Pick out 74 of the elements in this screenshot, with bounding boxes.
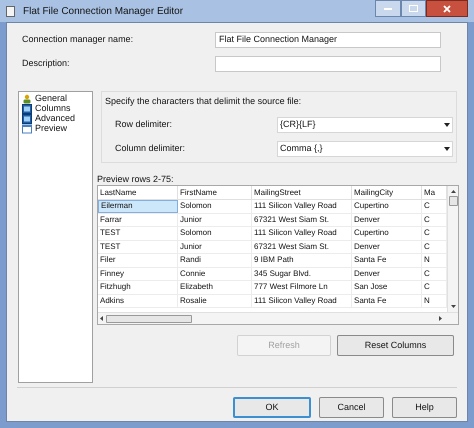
column-header[interactable]: LastName <box>98 186 178 199</box>
table-cell: Farrar <box>98 214 178 226</box>
table-cell: Solomon <box>178 200 252 212</box>
scroll-thumb[interactable] <box>106 314 192 322</box>
table-cell: 345 Sugar Blvd. <box>252 268 352 280</box>
page-list-item[interactable]: Columns <box>22 104 92 114</box>
table-cell: Elizabeth <box>178 281 252 294</box>
table-cell: 67321 West Siam St. <box>252 240 352 253</box>
table-cell: Denver <box>352 214 422 226</box>
close-button[interactable] <box>426 0 468 17</box>
close-icon <box>443 4 451 12</box>
page-list-item[interactable]: Advanced <box>22 114 92 124</box>
scroll-thumb[interactable] <box>448 196 458 206</box>
table-cell: Adkins <box>98 294 178 307</box>
page-list-item[interactable]: Preview <box>22 124 92 134</box>
table-cell: Denver <box>352 268 422 280</box>
page-list-item[interactable]: General <box>22 94 92 104</box>
table-cell: Denver <box>352 240 422 253</box>
vertical-scrollbar[interactable] <box>447 186 458 312</box>
delimiter-dropdown[interactable]: Comma {,} <box>277 140 453 156</box>
dialog-button[interactable]: Help <box>392 397 457 418</box>
minimize-icon <box>384 7 392 10</box>
horizontal-scrollbar[interactable] <box>98 312 458 324</box>
action-button[interactable]: Reset Columns <box>337 335 454 356</box>
person-icon <box>22 94 32 104</box>
table-cell: Cupertino <box>352 227 422 240</box>
window-icon <box>22 124 32 134</box>
dialog-button[interactable]: Cancel <box>319 397 384 418</box>
field-label: Column delimiter: <box>115 142 186 155</box>
table-cell: Eilerman <box>98 200 178 212</box>
table-cell: Santa Fe <box>352 294 422 307</box>
document-icon <box>6 6 15 16</box>
table-cell: Connie <box>178 268 252 280</box>
table-cell: San Jose <box>352 281 422 294</box>
delimiter-dropdown[interactable]: {CR}{LF} <box>277 116 453 132</box>
right-arrow-icon <box>439 316 442 321</box>
table-cell: Junior <box>178 214 252 226</box>
table-cell: 777 West Filmore Ln <box>252 281 352 294</box>
preview-label: Preview rows 2-75: <box>97 173 175 185</box>
table-cell: Finney <box>98 268 178 280</box>
caret-icon <box>444 146 450 150</box>
table-cell: Filer <box>98 254 178 266</box>
table-cell: Junior <box>178 240 252 253</box>
table-cell: Santa Fe <box>352 254 422 266</box>
table-cell: TEST <box>98 240 178 253</box>
field-label: Description: <box>22 57 71 70</box>
table-cell: Randi <box>178 254 252 266</box>
table-cell: 111 Silicon Valley Road <box>252 200 352 212</box>
window-title: Flat File Connection Manager Editor <box>23 4 184 18</box>
down-arrow-icon <box>450 305 456 308</box>
table-cell: 67321 West Siam St. <box>252 214 352 226</box>
column-header[interactable]: MailingCity <box>352 186 422 199</box>
field-label: Row delimiter: <box>115 118 174 131</box>
delimiter-prompt: Specify the characters that delimit the source file: <box>105 95 302 108</box>
column-header[interactable]: FirstName <box>178 186 252 199</box>
field-label: Connection manager name: <box>22 33 134 46</box>
table-cell: Fitzhugh <box>98 281 178 294</box>
table-cell: 111 Silicon Valley Road <box>252 227 352 240</box>
up-arrow-icon <box>450 190 456 193</box>
table-cell: 111 Silicon Valley Road <box>252 294 352 307</box>
name-field[interactable]: Flat File Connection Manager <box>215 32 441 48</box>
table-cell: TEST <box>98 227 178 240</box>
minimize-button[interactable] <box>375 0 401 17</box>
maximize-icon <box>409 5 418 12</box>
column-header[interactable]: MailingStreet <box>252 186 352 199</box>
table-cell: Solomon <box>178 227 252 240</box>
table-cell: Rosalie <box>178 294 252 307</box>
table-cell: Cupertino <box>352 200 422 212</box>
description-field[interactable] <box>215 56 441 72</box>
caret-icon <box>444 122 450 126</box>
maximize-button[interactable] <box>401 0 426 17</box>
left-arrow-icon <box>100 316 103 321</box>
table-cell: 9 IBM Path <box>252 254 352 266</box>
dialog-button[interactable]: OK <box>233 397 311 418</box>
